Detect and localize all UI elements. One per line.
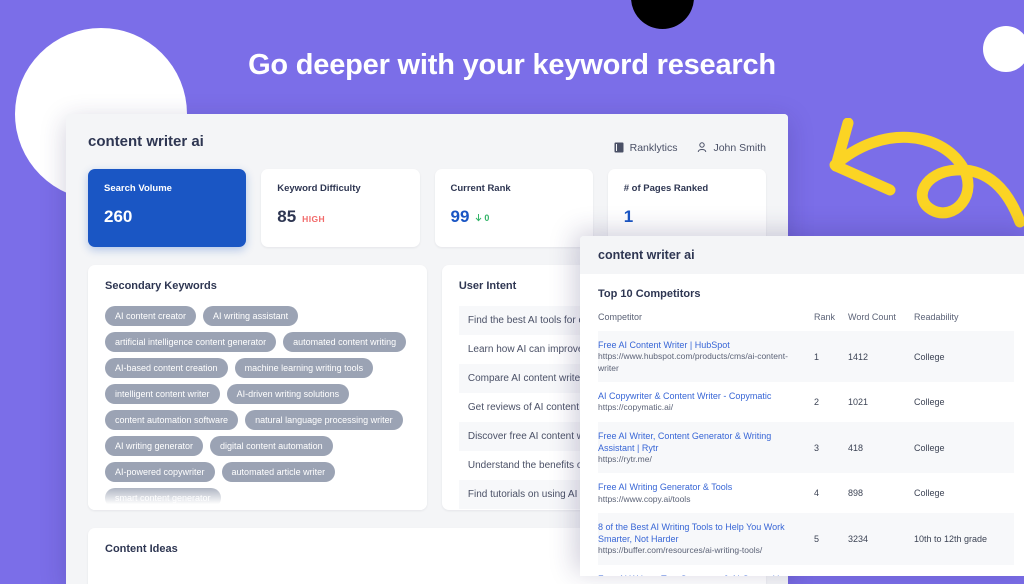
stat-value-row: 85 HIGH xyxy=(277,207,403,227)
competitor-cell: AI Copywriter & Content Writer - Copymat… xyxy=(598,382,806,422)
keyword-pill[interactable]: AI-powered copywriter xyxy=(105,462,215,482)
page-title: Go deeper with your keyword research xyxy=(248,49,776,81)
rank-cell: 5 xyxy=(814,533,820,544)
competitors-table-body: Free AI Content Writer | HubSpot https://… xyxy=(598,331,1014,576)
rank-cell: 3 xyxy=(814,442,820,453)
dashboard-topbar: content writer ai Ranklytics John Smith xyxy=(66,114,788,169)
user-name-label: John Smith xyxy=(713,141,766,154)
competitor-url: https://www.hubspot.com/products/cms/ai-… xyxy=(598,351,788,373)
user-menu[interactable]: John Smith xyxy=(697,142,766,154)
rank-delta: 0 xyxy=(475,213,489,223)
table-row[interactable]: Free AI Writer, Content Generator & Writ… xyxy=(598,421,1014,474)
readability-cell: 10th to 12th grade xyxy=(914,533,988,544)
readability-cell: College xyxy=(914,351,945,362)
stat-label: Search Volume xyxy=(104,183,172,194)
table-row[interactable]: Free AI Writing Generator & Tools https:/… xyxy=(598,473,1014,513)
competitor-url: https://www.copy.ai/tools xyxy=(598,493,691,504)
keyword-pill[interactable]: digital content automation xyxy=(210,436,333,456)
keyword-pill[interactable]: intelligent content writer xyxy=(105,384,220,404)
rank-cell: 6 xyxy=(806,565,848,576)
keyword-pill[interactable]: artificial intelligence content generato… xyxy=(105,332,277,352)
stat-value: 99 xyxy=(450,207,470,226)
arrow-down-icon xyxy=(475,214,482,222)
stat-label: Current Rank xyxy=(450,183,511,194)
competitor-link[interactable]: 8 of the Best AI Writing Tools to Help Y… xyxy=(598,521,806,545)
competitors-keyword-title: content writer ai xyxy=(598,248,695,262)
keyword-pill[interactable]: AI writing assistant xyxy=(203,306,299,326)
stat-card-keyword-difficulty[interactable]: Keyword Difficulty 85 HIGH xyxy=(261,169,420,247)
keyword-pill[interactable]: AI content creator xyxy=(105,306,197,326)
keyword-pill[interactable]: content automation software xyxy=(105,410,239,430)
competitor-link[interactable]: Free AI Content Writer | HubSpot xyxy=(598,339,806,351)
readability-cell: College xyxy=(914,565,1014,576)
stat-value-row: 99 0 xyxy=(451,207,577,227)
secondary-keywords-panel: Secondary Keywords AI content creator AI … xyxy=(88,265,427,510)
readability-cell: College xyxy=(914,488,945,499)
panel-title: Secondary Keywords xyxy=(105,280,217,292)
keyword-pill[interactable]: AI-driven writing solutions xyxy=(226,384,350,404)
competitor-url: https://buffer.com/resources/ai-writing-… xyxy=(598,545,763,556)
book-icon xyxy=(614,142,624,153)
table-row[interactable]: Free AI Content Writer | HubSpot https://… xyxy=(598,331,1014,383)
competitor-cell: Free AI Content Writer | HubSpot https://… xyxy=(598,331,806,382)
competitor-link[interactable]: Free AI Writing Generator & Tools xyxy=(598,481,806,493)
competitors-window: content writer ai Top 10 Competitors Com… xyxy=(580,236,1024,576)
difficulty-badge: HIGH xyxy=(302,214,326,224)
keyword-pill[interactable]: automated content writing xyxy=(283,332,407,352)
competitor-link[interactable]: Free AI Writer, Content Generator & Writ… xyxy=(598,430,806,454)
stat-value: 260 xyxy=(104,207,133,226)
column-header-competitor: Competitor xyxy=(598,312,643,322)
keyword-title: content writer ai xyxy=(88,133,204,150)
word-count-cell: 418 xyxy=(848,442,864,453)
rank-delta-value: 0 xyxy=(484,213,490,223)
word-count-cell: 3234 xyxy=(848,533,869,544)
competitor-cell: Free AI Writer - Text Generator & AI Cop… xyxy=(598,565,806,576)
stat-value: 1 xyxy=(623,207,634,226)
keyword-pill[interactable]: AI-based content creation xyxy=(105,358,228,378)
competitors-body: Top 10 Competitors Competitor Rank Word … xyxy=(580,274,1024,576)
competitors-topbar: content writer ai xyxy=(580,236,1024,274)
table-row[interactable]: 8 of the Best AI Writing Tools to Help Y… xyxy=(598,513,1014,565)
brand-ranklytics[interactable]: Ranklytics xyxy=(614,141,678,154)
competitors-heading: Top 10 Competitors xyxy=(598,288,701,300)
competitor-cell: Free AI Writer, Content Generator & Writ… xyxy=(598,422,806,474)
competitors-table: Competitor Rank Word Count Readability F… xyxy=(598,312,1014,576)
keyword-pill[interactable]: machine learning writing tools xyxy=(234,358,374,378)
column-header-word-count: Word Count xyxy=(848,312,896,322)
decorative-circle-black-top xyxy=(631,0,694,29)
keyword-pill-list: AI content creator AI writing assistant ar… xyxy=(105,306,410,508)
stat-value: 85 xyxy=(277,207,297,226)
competitor-cell: Free AI Writing Generator & Tools https:/… xyxy=(598,473,806,513)
stat-label: # of Pages Ranked xyxy=(623,183,709,194)
table-header-row: Competitor Rank Word Count Readability xyxy=(598,312,1014,331)
word-count-cell: 1021 xyxy=(848,396,869,407)
person-icon xyxy=(697,142,707,153)
rank-cell: 1 xyxy=(814,351,820,362)
rank-cell: 4 xyxy=(814,488,820,499)
keyword-pill[interactable]: natural language processing writer xyxy=(245,410,403,430)
stat-card-current-rank[interactable]: Current Rank 99 0 xyxy=(434,169,593,247)
competitor-cell: 8 of the Best AI Writing Tools to Help Y… xyxy=(598,513,806,565)
competitor-url: https://rytr.me/ xyxy=(598,453,652,464)
competitor-link[interactable]: AI Copywriter & Content Writer - Copymat… xyxy=(598,390,806,402)
keyword-pill[interactable]: AI writing generator xyxy=(105,436,204,456)
column-header-readability: Readability xyxy=(914,312,959,322)
brand-label: Ranklytics xyxy=(629,141,678,154)
word-count-cell: 1388 xyxy=(848,565,914,576)
stat-label: Keyword Difficulty xyxy=(277,183,361,194)
rank-cell: 2 xyxy=(814,396,820,407)
fade-overlay xyxy=(88,484,427,510)
stat-card-search-volume[interactable]: Search Volume 260 xyxy=(88,169,247,247)
word-count-cell: 1412 xyxy=(848,351,869,362)
column-header-rank: Rank xyxy=(814,312,836,322)
table-row[interactable]: AI Copywriter & Content Writer - Copymat… xyxy=(598,382,1014,422)
word-count-cell: 898 xyxy=(848,488,864,499)
readability-cell: College xyxy=(914,396,945,407)
keyword-pill[interactable]: automated article writer xyxy=(221,462,336,482)
competitor-url: https://copymatic.ai/ xyxy=(598,402,674,413)
table-row[interactable]: Free AI Writer - Text Generator & AI Cop… xyxy=(598,565,1014,576)
readability-cell: College xyxy=(914,442,945,453)
curly-arrow-icon xyxy=(829,118,1024,228)
